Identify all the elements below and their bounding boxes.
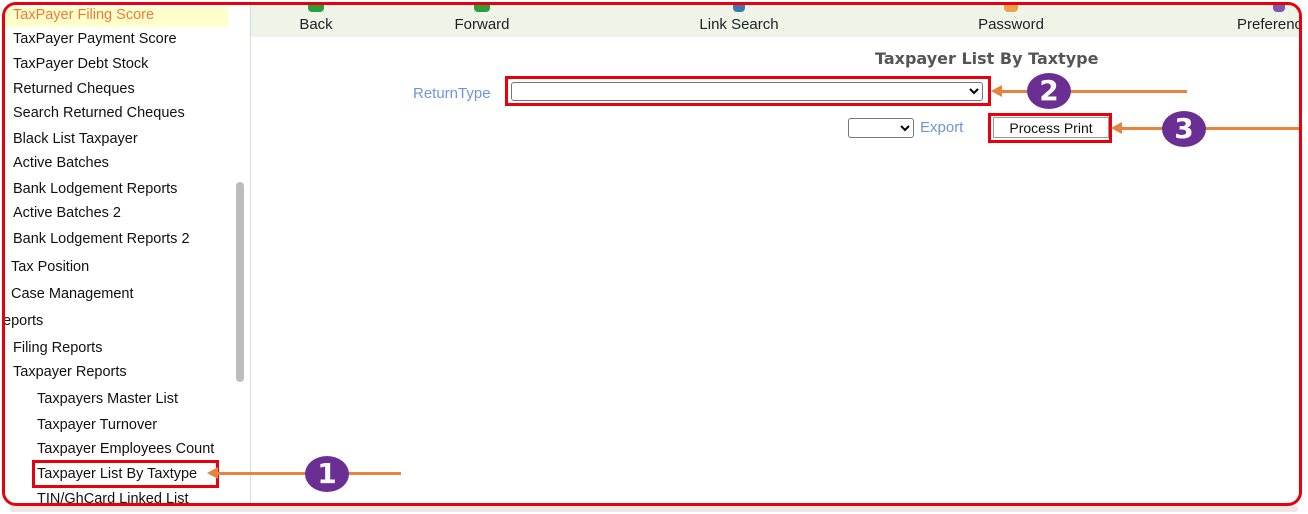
sidebar-item-taxpayer-payment-score[interactable]: TaxPayer Payment Score (13, 31, 177, 47)
sidebar-item-active-batches-2[interactable]: Active Batches 2 (13, 205, 121, 221)
export-link[interactable]: Export (920, 119, 963, 136)
preferences-label: Preferenc (1237, 16, 1302, 33)
forward-button[interactable]: Forward (447, 5, 517, 37)
step-1-badge: 1 (305, 456, 349, 492)
link-search-label: Link Search (699, 16, 779, 33)
step-3-badge: 3 (1162, 111, 1206, 147)
back-arrow-icon (308, 5, 324, 12)
sidebar-section-reports[interactable]: eports (5, 313, 43, 329)
sidebar-item-tax-position[interactable]: Tax Position (11, 259, 89, 275)
sidebar-item-taxpayer-employees-count[interactable]: Taxpayer Employees Count (37, 441, 214, 457)
back-label: Back (299, 16, 333, 33)
sidebar-item-bank-lodgement-reports[interactable]: Bank Lodgement Reports (13, 181, 177, 197)
arrow-3-line (1119, 127, 1299, 130)
sidebar-item-black-list-taxpayer[interactable]: Black List Taxpayer (13, 131, 138, 147)
key-icon (1004, 5, 1018, 12)
sidebar-item-taxpayer-turnover[interactable]: Taxpayer Turnover (37, 417, 157, 433)
highlight-taxpayer-list-by-taxtype (32, 460, 219, 488)
globe-icon (733, 5, 745, 12)
sidebar-item-taxpayer-reports[interactable]: Taxpayer Reports (13, 364, 127, 380)
highlight-return-type (505, 76, 991, 106)
forward-arrow-icon (474, 5, 490, 12)
sidebar-item-tin-ghcard-linked-list[interactable]: TIN/GhCard Linked List (37, 491, 189, 503)
preferences-button[interactable]: Preferenc (1237, 5, 1302, 37)
sidebar-item-active-batches[interactable]: Active Batches (13, 155, 109, 171)
back-button[interactable]: Back (291, 5, 341, 37)
page-title: Taxpayer List By Taxtype (875, 49, 1099, 68)
sidebar-item-search-returned-cheques[interactable]: Search Returned Cheques (13, 105, 185, 121)
sidebar: TaxPayer Filing Score TaxPayer Payment S… (5, 5, 251, 503)
sidebar-item-taxpayer-debt-stock[interactable]: TaxPayer Debt Stock (13, 56, 148, 72)
sidebar-item-returned-cheques[interactable]: Returned Cheques (13, 81, 135, 97)
sidebar-item-bank-lodgement-reports-2[interactable]: Bank Lodgement Reports 2 (13, 231, 190, 247)
sidebar-scrollbar[interactable] (236, 182, 244, 382)
sidebar-item-filing-reports[interactable]: Filing Reports (13, 340, 102, 356)
highlight-process-print (988, 113, 1112, 143)
link-search-button[interactable]: Link Search (689, 5, 789, 37)
window-frame: TaxPayer Filing Score TaxPayer Payment S… (2, 2, 1302, 506)
preferences-icon (1273, 5, 1285, 12)
forward-label: Forward (454, 16, 510, 33)
password-label: Password (978, 16, 1044, 33)
export-format-select[interactable] (848, 118, 914, 138)
sidebar-item-taxpayer-filing-score[interactable]: TaxPayer Filing Score (5, 7, 228, 27)
password-button[interactable]: Password (969, 5, 1053, 37)
step-2-badge: 2 (1027, 73, 1071, 109)
return-type-label: ReturnType (413, 85, 491, 102)
toolbar: Back Forward Link Search Password Prefer… (251, 5, 1299, 37)
sidebar-item-taxpayers-master-list[interactable]: Taxpayers Master List (37, 391, 178, 407)
sidebar-item-case-management[interactable]: Case Management (11, 286, 134, 302)
bottom-shadow (10, 506, 1298, 512)
